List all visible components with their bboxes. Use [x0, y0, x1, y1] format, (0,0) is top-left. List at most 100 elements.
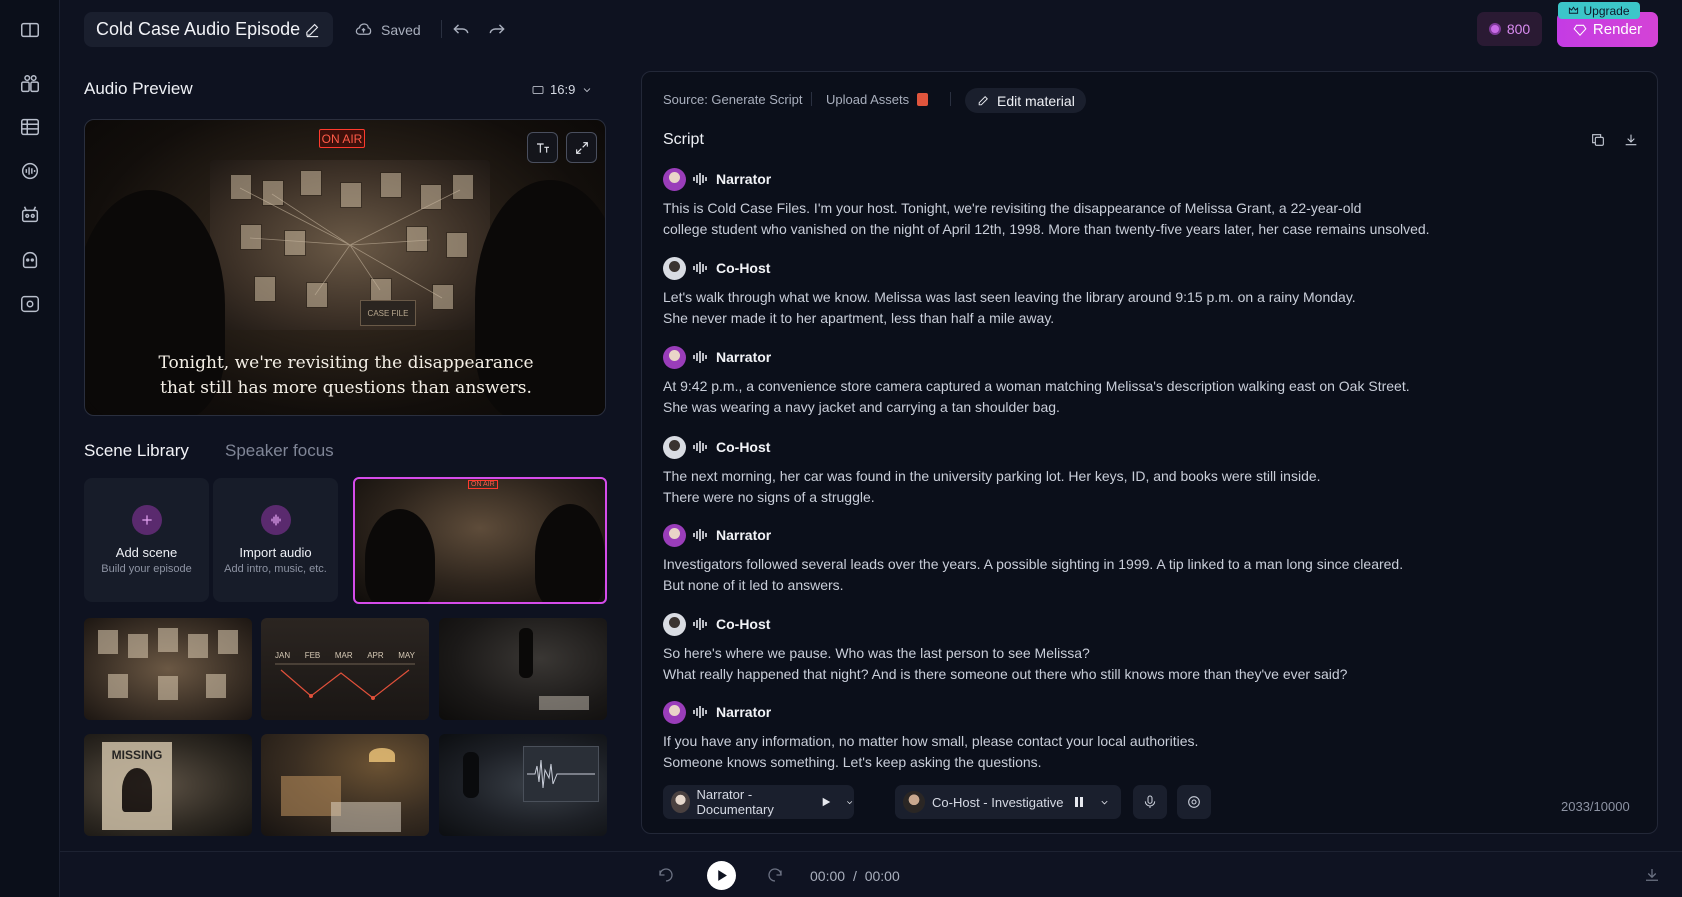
script-text[interactable]: The next morning, her car was found in t…	[663, 466, 1563, 508]
script-line: Investigators followed several leads ove…	[663, 556, 1404, 572]
scene-thumb-audio-editing[interactable]	[439, 734, 607, 836]
subtitle-line-2: that still has more questions than answe…	[160, 378, 532, 398]
script-entry[interactable]: Co-Host The next morning, her car was fo…	[663, 435, 1563, 508]
script-text[interactable]: This is Cold Case Files. I'm your host. …	[663, 198, 1563, 240]
aspect-ratio-select[interactable]: 16:9	[532, 82, 593, 97]
case-file-sign: CASE FILE	[360, 300, 416, 326]
fullscreen-button[interactable]	[566, 132, 597, 163]
voice-record-button[interactable]	[1133, 785, 1167, 819]
upload-assets-link[interactable]: Upload Assets	[826, 92, 929, 107]
voice-icon[interactable]	[18, 159, 42, 183]
project-title[interactable]: Cold Case Audio Episode	[84, 12, 333, 47]
speaker-name: Co-Host	[716, 260, 771, 276]
forward-button[interactable]	[766, 866, 784, 884]
narrator-avatar	[663, 167, 686, 191]
script-line: But none of it led to answers.	[663, 577, 844, 593]
speaker-name: Co-Host	[716, 616, 771, 632]
cohost-voice-avatar	[903, 791, 925, 813]
voice-wave-icon	[692, 617, 708, 631]
voice-wave-icon	[692, 172, 708, 186]
script-line: She was wearing a navy jacket and carryi…	[663, 399, 1060, 415]
scene-thumb-studio-selected[interactable]: ON AIR	[353, 477, 607, 604]
pause-icon[interactable]	[1073, 796, 1085, 808]
scene-thumb-case-files[interactable]	[261, 734, 429, 836]
import-audio-button[interactable]: Import audio Add intro, music, etc.	[213, 478, 338, 602]
diamond-icon	[1573, 24, 1587, 36]
plus-icon	[131, 505, 162, 535]
script-line: The next morning, her car was found in t…	[663, 468, 1321, 484]
scene-thumb-studio-mic[interactable]	[439, 618, 607, 720]
speaker-name: Narrator	[716, 704, 772, 720]
undo-button[interactable]	[451, 19, 471, 39]
voice-wave-icon	[692, 528, 708, 542]
redo-button[interactable]	[487, 19, 507, 39]
edit-material-button[interactable]: Edit material	[965, 88, 1086, 113]
script-entry[interactable]: Narrator This is Cold Case Files. I'm yo…	[663, 167, 1563, 240]
play-icon[interactable]	[821, 796, 831, 808]
source-label[interactable]: Source: Generate Script	[663, 92, 802, 107]
gear-icon	[1188, 796, 1200, 808]
on-air-sign: ON AIR	[319, 129, 365, 148]
edit-material-label: Edit material	[997, 92, 1075, 109]
scene-thumb-timeline[interactable]: JAN FEB MAR APR MAY	[261, 618, 429, 720]
speaker-name: Narrator	[716, 349, 772, 365]
export-audio-button[interactable]	[1643, 866, 1661, 884]
narrator-voice-select[interactable]: Narrator - Documentary	[663, 785, 854, 819]
credit-coin-icon	[1488, 23, 1501, 35]
sidebar-toggle-icon[interactable]	[18, 18, 42, 42]
script-text[interactable]: Investigators followed several leads ove…	[663, 554, 1563, 596]
script-text[interactable]: At 9:42 p.m., a convenience store camera…	[663, 376, 1563, 418]
add-scene-sub: Build your episode	[101, 563, 192, 575]
chevron-down-icon[interactable]	[845, 797, 854, 808]
cohost-voice-select[interactable]: Co-Host - Investigative	[895, 785, 1121, 819]
credits-badge[interactable]: 800	[1477, 12, 1542, 46]
script-entry[interactable]: Co-Host Let's walk through what we know.…	[663, 256, 1563, 329]
media-grid-icon[interactable]	[18, 115, 42, 139]
voice-wave-icon	[692, 440, 708, 454]
templates-icon[interactable]	[18, 72, 42, 96]
play-button[interactable]	[707, 861, 736, 890]
upgrade-label: Upgrade	[1583, 3, 1630, 18]
tab-scene-library[interactable]: Scene Library	[84, 441, 189, 461]
script-entry[interactable]: Narrator If you have any information, no…	[663, 700, 1563, 773]
upgrade-badge[interactable]: Upgrade	[1558, 2, 1640, 19]
script-text[interactable]: If you have any information, no matter h…	[663, 731, 1563, 773]
cohost-avatar	[663, 612, 686, 636]
copy-button[interactable]	[1590, 132, 1606, 148]
divider	[950, 92, 951, 106]
rewind-button[interactable]	[657, 866, 675, 884]
script-text[interactable]: Let's walk through what we know. Melissa…	[663, 287, 1563, 329]
cohost-voice-label: Co-Host - Investigative	[932, 794, 1064, 810]
narrator-avatar	[663, 700, 686, 724]
audio-preview-player[interactable]: ON AIR CASE FILE Tonight, we're revisiti…	[84, 119, 606, 416]
upload-assets-label: Upload Assets	[826, 92, 910, 107]
audio-wave-icon	[260, 505, 291, 535]
script-line: There were no signs of a struggle.	[663, 489, 875, 505]
script-entry[interactable]: Narrator Investigators followed several …	[663, 523, 1563, 596]
pencil-icon	[978, 96, 988, 106]
missing-poster-text: MISSING	[111, 748, 163, 762]
settings-panel-icon[interactable]	[18, 292, 42, 316]
download-script-button[interactable]	[1623, 132, 1639, 148]
scene-thumb-missing-poster[interactable]: MISSING	[84, 734, 252, 836]
microphone-icon	[1144, 795, 1156, 808]
add-scene-button[interactable]: Add scene Build your episode	[84, 478, 209, 602]
text-style-button[interactable]	[527, 132, 558, 163]
script-entry[interactable]: Co-Host So here's where we pause. Who wa…	[663, 612, 1563, 685]
scene-thumb-photo-wall[interactable]	[84, 618, 252, 720]
tab-speaker-focus[interactable]: Speaker focus	[225, 441, 334, 461]
voice-wave-icon	[692, 350, 708, 364]
voice-settings-button[interactable]	[1177, 785, 1211, 819]
script-line: This is Cold Case Files. I'm your host. …	[663, 200, 1362, 216]
edit-title-icon[interactable]	[304, 21, 321, 38]
script-text[interactable]: So here's where we pause. Who was the la…	[663, 643, 1563, 685]
text-size-icon	[536, 142, 549, 153]
script-line: If you have any information, no matter h…	[663, 733, 1199, 749]
script-entry[interactable]: Narrator At 9:42 p.m., a convenience sto…	[663, 345, 1563, 418]
cloud-icon	[355, 23, 372, 35]
scenes-icon[interactable]	[18, 203, 42, 227]
time-separator: /	[852, 868, 857, 884]
characters-icon[interactable]	[18, 248, 42, 272]
preview-subtitle: Tonight, we're revisiting the disappeara…	[85, 351, 605, 401]
chevron-down-icon[interactable]	[1099, 797, 1110, 808]
